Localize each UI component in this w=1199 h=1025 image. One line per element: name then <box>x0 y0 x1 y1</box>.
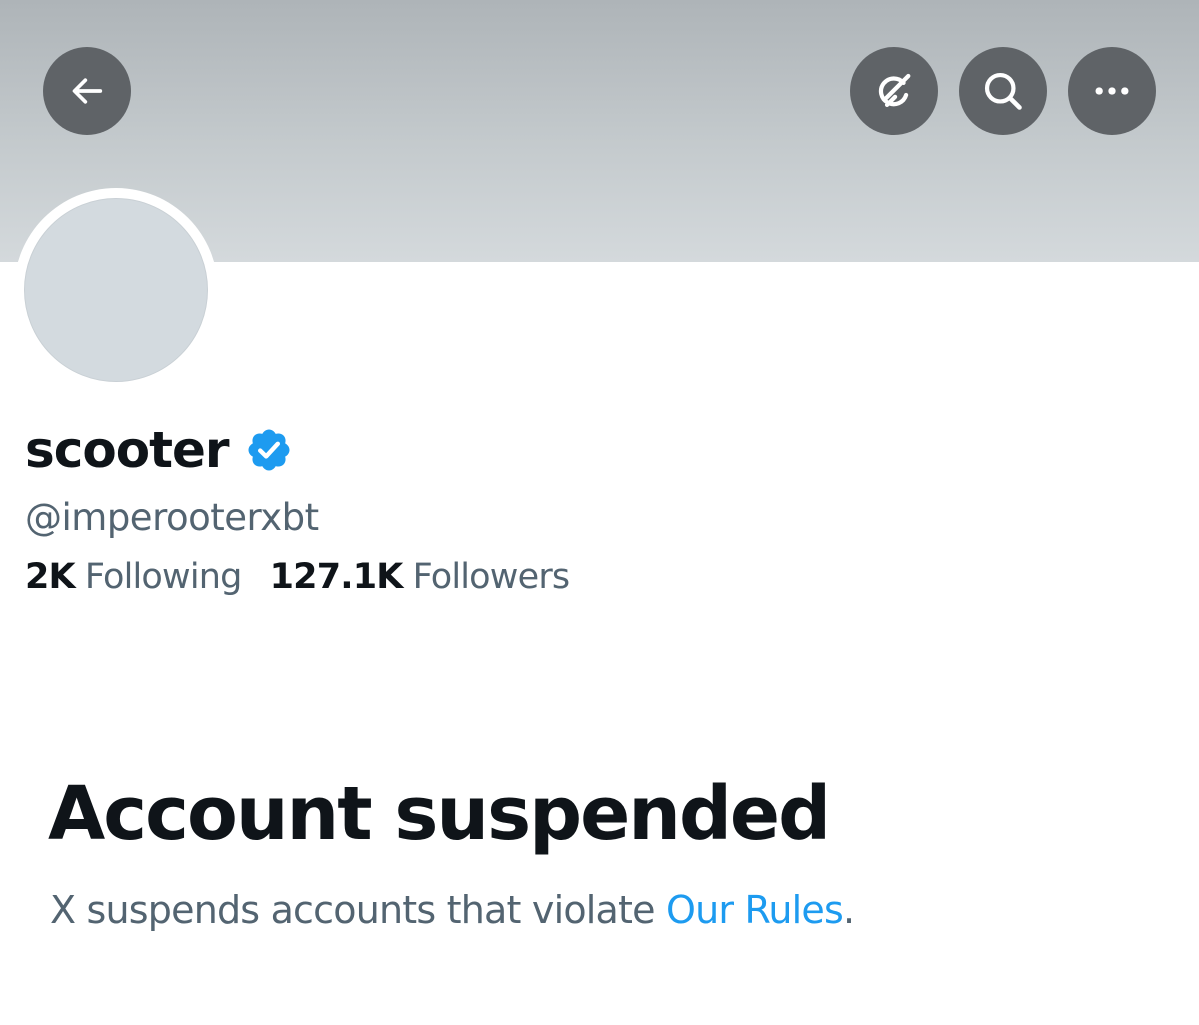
profile-stats: 2K Following 127.1K Followers <box>25 554 571 600</box>
our-rules-link[interactable]: Our Rules <box>666 888 844 932</box>
following-label: Following <box>84 557 243 597</box>
arrow-left-icon <box>72 78 103 104</box>
suspension-title: Account suspended <box>48 771 831 857</box>
profile-handle: @imperooterxbt <box>25 496 319 539</box>
search-icon <box>984 72 1022 110</box>
profile-page: scooter @imperooterxbt 2K Following 127.… <box>0 0 1199 1025</box>
avatar-frame <box>14 188 218 392</box>
more-horizontal-icon <box>1095 87 1129 95</box>
suspension-message-period: . <box>843 888 855 932</box>
display-name: scooter <box>25 421 230 479</box>
followers-count: 127.1K <box>269 557 404 597</box>
avatar[interactable] <box>24 198 208 382</box>
grok-icon <box>878 73 911 108</box>
following-link[interactable]: 2K Following <box>25 554 242 600</box>
suspension-message-text: X suspends accounts that violate <box>50 888 666 932</box>
followers-link[interactable]: 127.1K Followers <box>269 554 571 600</box>
search-button[interactable] <box>959 47 1047 135</box>
grok-button[interactable] <box>850 47 938 135</box>
following-count: 2K <box>25 557 76 597</box>
back-button[interactable] <box>43 47 131 135</box>
verified-badge-icon[interactable] <box>245 426 293 474</box>
suspension-message: X suspends accounts that violate Our Rul… <box>50 882 855 938</box>
profile-name-row: scooter <box>25 418 293 482</box>
followers-label: Followers <box>412 557 571 597</box>
more-button[interactable] <box>1068 47 1156 135</box>
